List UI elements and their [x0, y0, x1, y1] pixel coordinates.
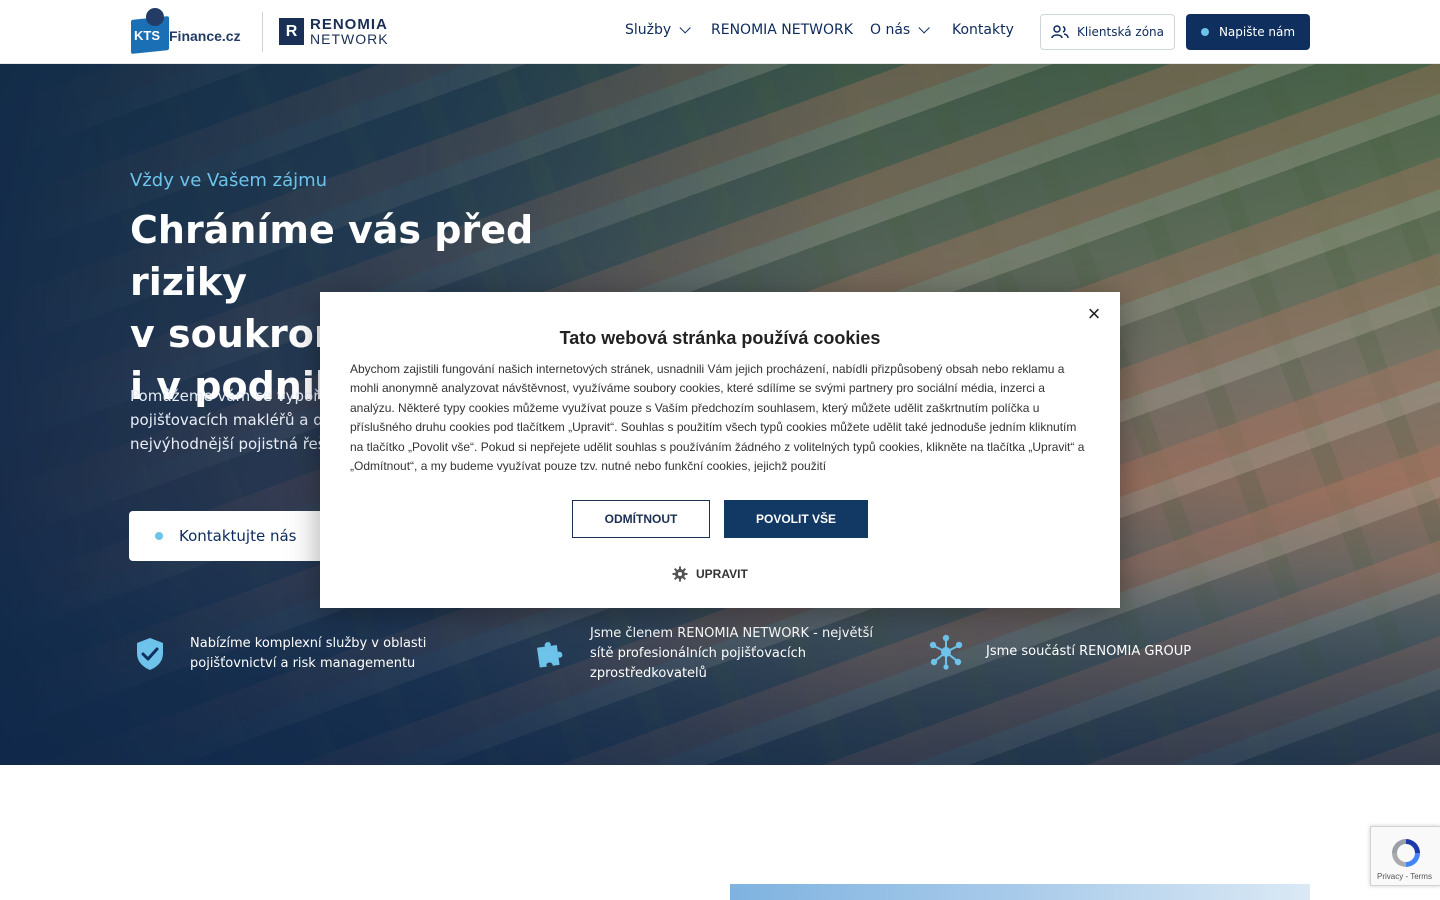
renomia-r-icon: R	[279, 18, 304, 45]
kts-finance-logo[interactable]: KTS Finance.cz	[131, 8, 251, 56]
cookie-consent-dialog: × Tato webová stránka používá cookies Ab…	[320, 292, 1120, 608]
kts-logo-ball	[146, 8, 164, 26]
dot-icon	[1200, 28, 1209, 36]
kts-logo-text: KTS	[134, 28, 160, 43]
section-image-top	[730, 884, 1310, 900]
finance-logo-text: Finance.cz	[169, 28, 241, 44]
nav-contact-label: Kontakty	[952, 22, 1014, 38]
write-us-label: Napište nám	[1218, 25, 1296, 39]
chevron-down-icon	[679, 22, 691, 34]
cookie-edit-button[interactable]: UPRAVIT	[672, 566, 748, 582]
shield-check-icon	[137, 638, 163, 670]
recaptcha-icon	[1392, 839, 1420, 867]
contact-us-label: Kontaktujte nás	[179, 527, 297, 545]
logo-divider	[262, 12, 263, 52]
write-us-button[interactable]: Napište nám	[1186, 14, 1310, 50]
feature-network-text: Jsme členem RENOMIA NETWORK - největší s…	[590, 626, 873, 681]
renomia-logo-bottom: NETWORK	[310, 31, 389, 47]
users-icon	[1051, 25, 1069, 39]
cookie-title: Tato webová stránka používá cookies	[559, 328, 881, 348]
nav-services-label: Služby	[625, 22, 672, 38]
network-icon	[929, 634, 963, 670]
nav-network-label: RENOMIA NETWORK	[711, 22, 853, 38]
nav-contact[interactable]: Kontakty	[952, 22, 1014, 38]
recaptcha-links[interactable]: Privacy - Terms	[1377, 872, 1432, 881]
client-zone-label: Klientská zóna	[1077, 25, 1164, 39]
cookie-accept-all-button[interactable]: POVOLIT VŠE	[724, 500, 868, 538]
close-icon[interactable]: ×	[1082, 302, 1106, 326]
puzzle-icon	[537, 642, 563, 668]
hero-kicker: Vždy ve Vašem zájmu	[130, 170, 328, 191]
nav-about-label: O nás	[870, 22, 911, 38]
contact-us-button[interactable]: Kontaktujte nás	[129, 511, 329, 561]
feature-network: Jsme členem RENOMIA NETWORK - největší s…	[532, 624, 892, 684]
nav-services[interactable]: Služby	[625, 22, 691, 38]
hero-title-line-1: Chráníme vás před riziky	[130, 208, 534, 304]
recaptcha-badge[interactable]: Privacy - Terms	[1370, 826, 1440, 886]
chevron-down-icon	[918, 22, 930, 34]
site-header: KTS Finance.cz R RENOMIA NETWORK Služby …	[0, 0, 1440, 64]
client-zone-button[interactable]: Klientská zóna	[1040, 14, 1175, 50]
cookie-decline-button[interactable]: ODMÍTNOUT	[572, 500, 710, 538]
nav-renomia-network[interactable]: RENOMIA NETWORK	[711, 22, 853, 38]
nav-about[interactable]: O nás	[870, 22, 930, 38]
dot-icon	[155, 532, 163, 540]
cookie-edit-label: UPRAVIT	[696, 567, 748, 581]
feature-services-text: Nabízíme komplexní služby v oblasti poji…	[190, 636, 427, 671]
feature-services: Nabízíme komplexní služby v oblasti poji…	[132, 634, 472, 674]
feature-group-text: Jsme součástí RENOMIA GROUP	[986, 644, 1192, 659]
gear-icon	[672, 566, 688, 582]
feature-group: Jsme součástí RENOMIA GROUP	[928, 634, 1248, 670]
cookie-description[interactable]: Abychom zajistili fungování našich inter…	[350, 360, 1090, 472]
